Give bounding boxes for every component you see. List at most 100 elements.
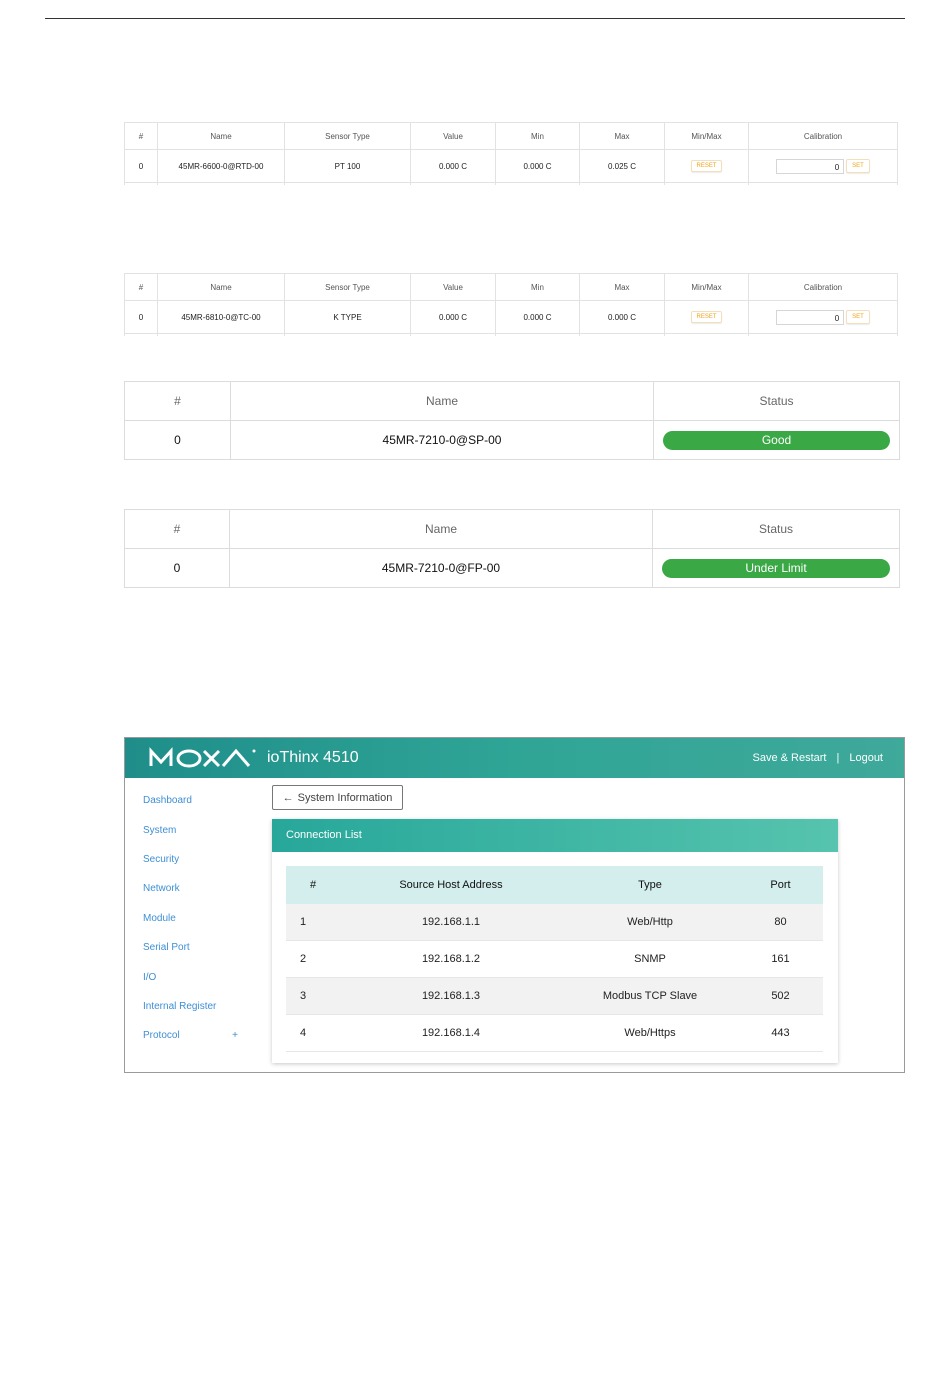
sidebar-item-label: Serial Port <box>143 942 190 954</box>
expand-plus-icon[interactable]: + <box>232 1030 238 1041</box>
port: 80 <box>738 904 823 941</box>
sidebar-item-label: Network <box>143 883 180 895</box>
sidebar-item-label: Security <box>143 853 180 865</box>
column-header: Status <box>653 381 900 421</box>
sensor-type: PT 100 <box>284 149 411 183</box>
column-header: Type <box>562 866 738 904</box>
sidebar-item-module[interactable]: Module <box>143 904 263 933</box>
row-number: 4 <box>286 1014 340 1052</box>
sensor-max: 0.025 C <box>579 149 665 183</box>
sidebar-item-label: I/O <box>143 971 157 983</box>
column-header: # <box>124 122 158 150</box>
sensor-name: 45MR-7210-0@SP-00 <box>230 420 654 460</box>
sensor-max: 0.000 C <box>579 300 665 334</box>
host-address: 192.168.1.2 <box>340 940 562 978</box>
calibration-input[interactable]: 0 <box>776 309 845 325</box>
row-index: 0 <box>124 420 231 460</box>
sp-status-table: # Name Status 0 45MR-7210-0@SP-00 Good <box>124 381 900 460</box>
connection-type: Web/Http <box>562 904 738 941</box>
sidebar-item-security[interactable]: Security <box>143 845 263 874</box>
column-header: Calibration <box>748 122 898 150</box>
sidebar-item-dashboard[interactable]: Dashboard <box>143 786 263 815</box>
column-header: Source Host Address <box>340 866 562 904</box>
column-header: Max <box>579 273 665 301</box>
column-header: # <box>124 381 231 421</box>
row-index: 0 <box>124 300 158 334</box>
column-header: Calibration <box>748 273 898 301</box>
port: 502 <box>738 977 823 1015</box>
moxa-logo <box>149 747 256 768</box>
reset-button[interactable]: RESET <box>691 160 722 172</box>
port: 443 <box>738 1014 823 1052</box>
sidebar-item-label: Dashboard <box>143 795 192 807</box>
connection-list-card: Connection List # Source Host Address Ty… <box>272 819 838 1063</box>
column-header: # <box>124 509 230 549</box>
back-button-label: System Information <box>297 791 393 804</box>
row-number: 1 <box>286 904 340 941</box>
sensor-min: 0.000 C <box>495 149 580 183</box>
sidebar-nav: Dashboard System Security Network Module… <box>143 786 263 1051</box>
set-button[interactable]: SET <box>846 310 870 324</box>
sidebar-item-system[interactable]: System <box>143 815 263 844</box>
table-header-row: # Name Sensor Type Value Min Max Min/Max… <box>124 273 898 301</box>
app-title: ioThinx 4510 <box>267 749 359 766</box>
table-row: 0 45MR-6600-0@RTD-00 PT 100 0.000 C 0.00… <box>124 149 898 183</box>
column-header: Value <box>410 273 496 301</box>
host-address: 192.168.1.3 <box>340 977 562 1015</box>
sidebar-item-serial-port[interactable]: Serial Port <box>143 933 263 962</box>
header-separator: | <box>836 752 840 764</box>
row-index: 0 <box>124 149 158 183</box>
column-header: Sensor Type <box>284 122 411 150</box>
table-row: 0 45MR-7210-0@FP-00 Under Limit <box>124 548 900 588</box>
app-header: ioThinx 4510 Save & Restart | Logout <box>125 738 904 778</box>
column-header: Name <box>230 381 654 421</box>
rtd-sensor-table: # Name Sensor Type Value Min Max Min/Max… <box>124 122 898 185</box>
status-cell: Good <box>653 420 900 460</box>
row-number: 3 <box>286 977 340 1015</box>
table-header-row: # Name Status <box>124 509 900 549</box>
table-row-tail <box>124 182 898 185</box>
calibration-cell: 0 SET <box>748 300 898 334</box>
column-header: Port <box>738 866 823 904</box>
sidebar-item-internal-register[interactable]: Internal Register <box>143 992 263 1021</box>
column-header: Min/Max <box>664 273 749 301</box>
sensor-name: 45MR-6810-0@TC-00 <box>157 300 285 334</box>
table-row: 0 45MR-7210-0@SP-00 Good <box>124 420 900 460</box>
save-restart-link[interactable]: Save & Restart <box>753 752 827 764</box>
table-row: 4 192.168.1.4 Web/Https 443 <box>286 1014 823 1052</box>
top-divider <box>45 18 905 19</box>
sidebar-item-io[interactable]: I/O <box>143 962 263 991</box>
sensor-value: 0.000 C <box>410 300 496 334</box>
minmax-cell: RESET <box>664 300 749 334</box>
sidebar-item-label: Protocol <box>143 1030 180 1042</box>
column-header: Sensor Type <box>284 273 411 301</box>
arrow-left-icon: ← <box>282 791 294 804</box>
table-row: 2 192.168.1.2 SNMP 161 <box>286 940 823 978</box>
calibration-cell: 0 SET <box>748 149 898 183</box>
connection-type: Modbus TCP Slave <box>562 977 738 1015</box>
port: 161 <box>738 940 823 978</box>
connection-type: SNMP <box>562 940 738 978</box>
host-address: 192.168.1.4 <box>340 1014 562 1052</box>
tc-sensor-table: # Name Sensor Type Value Min Max Min/Max… <box>124 273 898 336</box>
column-header: # <box>286 866 340 904</box>
sensor-min: 0.000 C <box>495 300 580 334</box>
moxa-web-console: ioThinx 4510 Save & Restart | Logout Das… <box>124 737 905 1073</box>
column-header: Min <box>495 273 580 301</box>
table-header-row: # Source Host Address Type Port <box>286 866 823 904</box>
sidebar-item-network[interactable]: Network <box>143 874 263 903</box>
set-button[interactable]: SET <box>846 159 870 173</box>
column-header: Status <box>652 509 900 549</box>
column-header: # <box>124 273 158 301</box>
row-number: 2 <box>286 940 340 978</box>
calibration-input[interactable]: 0 <box>776 158 845 174</box>
sensor-name: 45MR-6600-0@RTD-00 <box>157 149 285 183</box>
sidebar-item-label: System <box>143 824 177 836</box>
reset-button[interactable]: RESET <box>691 311 722 323</box>
logout-link[interactable]: Logout <box>849 752 883 764</box>
status-badge: Under Limit <box>662 558 890 578</box>
system-information-back-button[interactable]: ← System Information <box>272 785 403 810</box>
sidebar-item-protocol[interactable]: Protocol + <box>143 1021 263 1050</box>
sidebar-item-label: Internal Register <box>143 1000 217 1012</box>
table-row: 3 192.168.1.3 Modbus TCP Slave 502 <box>286 977 823 1015</box>
